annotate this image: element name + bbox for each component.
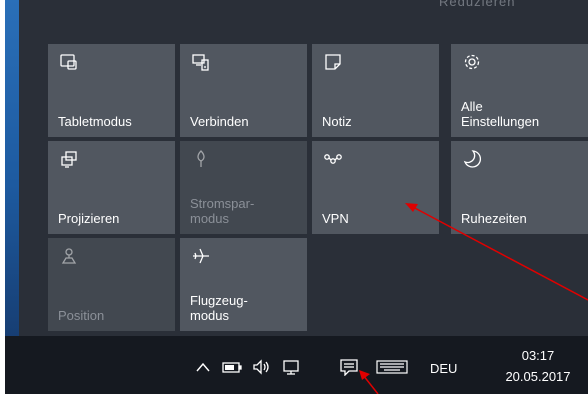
- tile-note[interactable]: Notiz: [312, 44, 439, 137]
- note-icon: [325, 54, 341, 70]
- show-hidden-chevron-icon[interactable]: [195, 358, 211, 376]
- tile-vpn[interactable]: VPN: [312, 141, 439, 234]
- tablet-mode-icon: [60, 54, 77, 70]
- tile-label: Notiz: [322, 114, 352, 129]
- network-icon[interactable]: [281, 358, 303, 376]
- clock[interactable]: 03:17 20.05.2017: [493, 345, 583, 387]
- tile-label: Ruhezeiten: [461, 211, 527, 226]
- airplane-icon: [193, 248, 209, 264]
- action-center-icon[interactable]: [338, 358, 360, 376]
- touch-keyboard-icon[interactable]: [375, 358, 409, 376]
- tile-label: Stromspar- modus: [190, 196, 255, 226]
- tile-all-settings[interactable]: Alle Einstellungen: [451, 44, 588, 137]
- tile-label: Verbinden: [190, 114, 249, 129]
- tile-label: Flugzeug- modus: [190, 293, 248, 323]
- vpn-icon: [324, 154, 342, 164]
- taskbar: DEU 03:17 20.05.2017: [5, 336, 588, 394]
- tile-battery-saver: Stromspar- modus: [180, 141, 307, 234]
- tile-label: Position: [58, 308, 105, 323]
- tile-project[interactable]: Projizieren: [48, 141, 175, 234]
- connect-icon: [192, 54, 209, 71]
- tile-connect[interactable]: Verbinden: [180, 44, 307, 137]
- project-icon: [61, 151, 77, 168]
- tile-label: Alle Einstellungen: [461, 99, 540, 129]
- tile-label: Tabletmodus: [58, 114, 132, 129]
- battery-saver-icon: [197, 150, 205, 167]
- language-indicator[interactable]: DEU: [430, 361, 457, 376]
- tile-label: Projizieren: [58, 211, 120, 226]
- tile-quiet-hours[interactable]: Ruhezeiten: [451, 141, 588, 234]
- action-center-panel: Reduzieren Tabletmodus Verbinden Notiz A…: [19, 0, 588, 336]
- collapse-link[interactable]: Reduzieren: [439, 0, 516, 9]
- tile-location: Position: [48, 238, 175, 331]
- volume-icon[interactable]: [251, 358, 273, 376]
- quiet-hours-moon-icon: [463, 150, 482, 168]
- tile-airplane-mode[interactable]: Flugzeug- modus: [180, 238, 307, 331]
- location-icon: [61, 248, 77, 264]
- date: 20.05.2017: [505, 369, 571, 384]
- desktop-background-edge: [5, 0, 19, 336]
- tile-label: VPN: [322, 211, 349, 226]
- battery-icon[interactable]: [221, 358, 243, 376]
- settings-gear-icon: [464, 54, 480, 70]
- tile-tablet-mode[interactable]: Tabletmodus: [48, 44, 175, 137]
- time: 03:17: [521, 348, 555, 363]
